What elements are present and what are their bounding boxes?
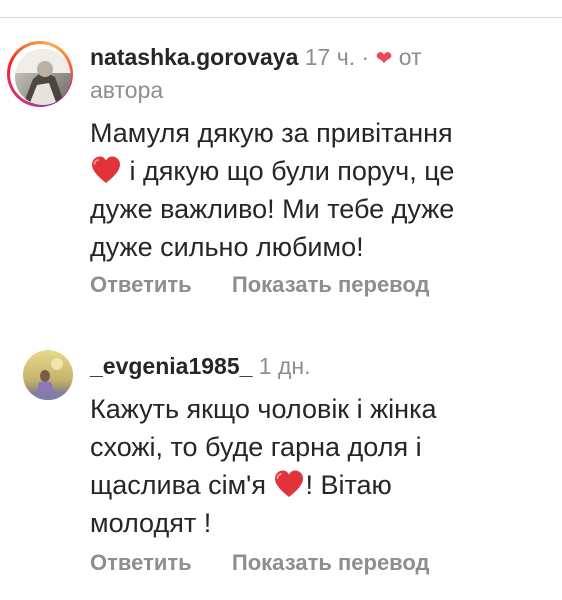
- author-like-label: от: [398, 44, 422, 70]
- comment-text: Кажуть якщо чоловік і жінка схожі, то бу…: [90, 390, 437, 542]
- comment-text-line: Мамуля дякую за привітання: [90, 118, 453, 148]
- red-heart-emoji-icon: [92, 156, 120, 183]
- heart-icon: ❤: [375, 48, 393, 70]
- top-divider: [0, 17, 562, 18]
- avatar[interactable]: [23, 350, 73, 400]
- username[interactable]: natashka.gorovaya: [90, 44, 298, 70]
- comment-text: Мамуля дякую за привітання і дякую що бу…: [90, 114, 454, 266]
- author-like-label-line2: автора: [90, 77, 164, 103]
- translate-button[interactable]: Показать перевод: [232, 270, 430, 300]
- comment-text-segment: щаслива сім'я: [90, 470, 274, 500]
- story-ring-inner: [10, 44, 71, 105]
- timestamp[interactable]: 17 ч.: [305, 44, 355, 70]
- user-avatar-photo-icon: [15, 49, 71, 105]
- comment-text-line: схожі, то буде гарна доля і: [90, 432, 422, 462]
- red-heart-emoji-icon: [275, 470, 304, 497]
- comment-header: natashka.gorovaya 17 ч. · ❤ от: [90, 40, 422, 76]
- reply-button[interactable]: Ответить: [90, 548, 192, 578]
- translate-button[interactable]: Показать перевод: [232, 548, 430, 578]
- story-ring[interactable]: [7, 41, 73, 107]
- comment-text-line: і дякую що були поруч, це: [90, 152, 454, 190]
- comment-text-line: дуже сильно любимо!: [90, 232, 364, 262]
- username[interactable]: _evgenia1985_: [90, 353, 252, 379]
- comment-actions: Ответить Показать перевод: [90, 270, 430, 300]
- user-avatar-photo-icon: [23, 350, 73, 400]
- separator-dot: ·: [361, 44, 370, 70]
- comment-text-line: Кажуть якщо чоловік і жінка: [90, 394, 437, 424]
- comment-header: _evgenia1985_ 1 дн.: [90, 349, 311, 383]
- timestamp[interactable]: 1 дн.: [259, 353, 311, 379]
- reply-button[interactable]: Ответить: [90, 270, 192, 300]
- comment-text-line: дуже важливо! Ми тебе дуже: [90, 194, 455, 224]
- comment-text-segment: і дякую що були поруч, це: [122, 156, 455, 186]
- avatar[interactable]: [15, 49, 71, 105]
- comment-text-line: щаслива сім'я ! Вітаю: [90, 466, 437, 504]
- comment-actions: Ответить Показать перевод: [90, 548, 430, 578]
- comment-text-line: молодят !: [90, 508, 212, 538]
- comment-text-segment: ! Вітаю: [305, 470, 392, 500]
